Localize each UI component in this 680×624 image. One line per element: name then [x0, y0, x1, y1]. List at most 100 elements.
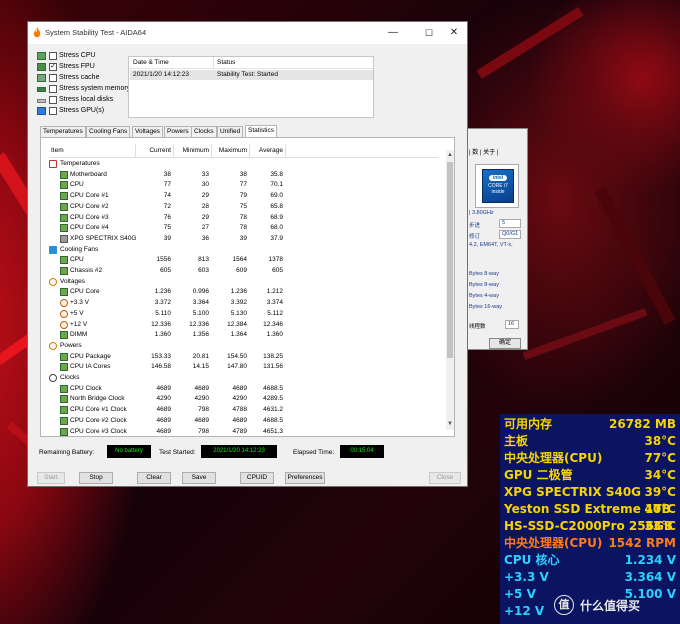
row-max-value: 1.364 — [230, 331, 247, 339]
ssd-icon — [60, 234, 68, 243]
sensor-icon — [60, 170, 68, 179]
title-bar[interactable]: System Stability Test - AIDA64 — ☐ ✕ — [28, 22, 467, 44]
cpuid-instructions: 4.2, EM64T, VT-x, — [469, 242, 513, 248]
row-max-value: 12.384 — [227, 320, 247, 328]
minimize-icon[interactable]: — — [380, 22, 406, 44]
table-row[interactable]: CPU Clock 4689 4689 4689 4688.5 — [49, 384, 439, 395]
stress-disks-checkbox[interactable] — [49, 96, 57, 104]
voltage-icon — [49, 277, 57, 286]
vertical-scrollbar[interactable]: ▲ ▼ — [446, 150, 454, 430]
osd-label: 主板 — [504, 434, 529, 448]
table-row[interactable]: +12 V 12.336 12.336 12.384 12.346 — [49, 320, 439, 331]
col-minimum-header[interactable]: Minimum — [173, 146, 209, 156]
table-row[interactable]: Chassis #2 605 603 609 605 — [49, 266, 439, 277]
tab-clocks[interactable]: Clocks — [191, 126, 217, 137]
table-row[interactable]: CPU Core #4 75 27 78 68.0 — [49, 223, 439, 234]
category-row-voltages[interactable]: Voltages — [49, 277, 439, 288]
row-max-value: 39 — [239, 234, 247, 242]
table-row[interactable]: CPU 77 30 77 70.1 — [49, 180, 439, 191]
intel-core-i7-logo: intel CORE i7 inside — [475, 164, 519, 208]
preferences-button[interactable]: Preferences — [285, 472, 325, 484]
table-row[interactable]: CPU Core #3 Clock 4689 798 4789 4651.3 — [49, 427, 439, 438]
scroll-down-icon[interactable]: ▼ — [447, 421, 453, 427]
save-button[interactable]: Save — [182, 472, 216, 484]
row-cur-value: 1556 — [156, 256, 171, 264]
row-cur-value: 605 — [160, 267, 171, 274]
row-min-value: 4689 — [194, 416, 209, 424]
row-avg-value: 1378 — [268, 256, 283, 264]
tab-cooling-fans[interactable]: Cooling Fans — [86, 126, 131, 137]
table-row[interactable]: CPU Core #3 76 29 78 68.9 — [49, 213, 439, 224]
clear-button[interactable]: Clear — [137, 472, 171, 484]
tab-voltages[interactable]: Voltages — [132, 126, 163, 137]
category-row-temperatures[interactable]: Temperatures — [49, 159, 439, 170]
row-avg-value: 5.112 — [267, 309, 283, 317]
maximize-icon[interactable]: ☐ — [416, 22, 442, 44]
close-icon[interactable]: ✕ — [441, 22, 467, 44]
col-average-header[interactable]: Average — [249, 146, 283, 156]
row-min-value: 0.996 — [192, 288, 209, 296]
cpuid-tabs[interactable]: | 数 | 关于 | — [469, 147, 498, 156]
table-row[interactable]: North Bridge Clock 4290 4290 4290 4289.5 — [49, 394, 439, 405]
col-current-header[interactable]: Current — [135, 146, 171, 156]
sensor-icon — [60, 331, 68, 340]
row-max-value: 78 — [239, 224, 247, 232]
row-label: CPU Core #2 Clock — [70, 416, 127, 424]
table-row[interactable]: CPU Core 1.236 0.996 1.236 1.212 — [49, 287, 439, 298]
row-max-value: 609 — [236, 267, 247, 274]
stress-fpu-checkbox[interactable]: ✓ — [49, 63, 57, 71]
table-row[interactable]: CPU 1556 813 1564 1378 — [49, 255, 439, 266]
row-label: CPU Core — [70, 288, 100, 296]
scroll-up-icon[interactable]: ▲ — [447, 152, 453, 158]
close-button[interactable]: Close — [429, 472, 461, 484]
tab-powers[interactable]: Powers — [164, 126, 192, 137]
row-label: CPU IA Cores — [70, 363, 111, 371]
battery-value: No battery — [107, 445, 151, 458]
sensor-icon — [60, 352, 68, 361]
tab-temperatures[interactable]: Temperatures — [40, 126, 86, 137]
osd-row: GPU 二极管 34°C — [500, 467, 680, 484]
row-avg-value: 12.346 — [263, 320, 283, 328]
table-row[interactable]: Motherboard 38 33 38 35.8 — [49, 170, 439, 181]
stability-test-window[interactable]: System Stability Test - AIDA64 — ☐ ✕ Str… — [27, 21, 468, 487]
col-status-header[interactable]: Status — [217, 59, 235, 66]
table-row[interactable]: CPU Core #1 Clock 4689 798 4788 4631.2 — [49, 405, 439, 416]
row-min-value: 603 — [198, 267, 209, 274]
category-row-powers[interactable]: Powers — [49, 341, 439, 352]
row-label: CPU Package — [70, 352, 111, 360]
tab-statistics[interactable]: Statistics — [245, 125, 278, 137]
sensor-icon — [60, 427, 68, 436]
col-item-header[interactable]: Item — [51, 146, 64, 156]
table-row[interactable]: DIMM 1.360 1.356 1.364 1.360 — [49, 330, 439, 341]
start-button[interactable]: Start — [37, 472, 65, 484]
table-row[interactable]: CPU Package 153.33 20.81 154.50 138.25 — [49, 352, 439, 363]
category-row-clocks[interactable]: Clocks — [49, 373, 439, 384]
col-maximum-header[interactable]: Maximum — [211, 146, 247, 156]
statistics-grid: Item Current Minimum Maximum Average Tem… — [49, 144, 455, 436]
row-cur-value: 4689 — [156, 416, 171, 424]
table-row[interactable]: CPU Core #2 Clock 4689 4689 4689 4688.5 — [49, 416, 439, 427]
tab-unified[interactable]: Unified — [217, 126, 244, 137]
col-datetime-header[interactable]: Date & Time — [133, 59, 169, 66]
stress-memory-checkbox[interactable] — [49, 85, 57, 93]
table-row[interactable]: CPU Core #2 72 28 75 65.8 — [49, 202, 439, 213]
table-row[interactable]: XPG SPECTRIX S40G 39 36 39 37.9 — [49, 234, 439, 245]
row-avg-value: 69.0 — [270, 192, 283, 200]
stop-button[interactable]: Stop — [79, 472, 113, 484]
row-cur-value: 4290 — [156, 395, 171, 403]
table-row[interactable]: +5 V 5.110 5.100 5.130 5.112 — [49, 309, 439, 320]
table-row[interactable]: CPU Core #1 74 29 79 69.0 — [49, 191, 439, 202]
table-row[interactable]: CPU IA Cores 146.58 14.15 147.80 131.56 — [49, 362, 439, 373]
category-row-cooling-fans[interactable]: Cooling Fans — [49, 245, 439, 256]
row-cur-value: 72 — [163, 202, 171, 210]
cpuid-ok-button[interactable]: 确定 — [489, 338, 521, 349]
cache-icon — [37, 74, 46, 82]
stress-cpu-checkbox[interactable] — [49, 52, 57, 60]
cpuid-button[interactable]: CPUID — [240, 472, 274, 484]
stress-gpu-checkbox[interactable] — [49, 107, 57, 115]
cpuid-window[interactable]: | 数 | 关于 | intel CORE i7 inside | 3.80GH… — [466, 128, 528, 350]
status-row[interactable]: 2021/1/20 14:12:23 Stability Test: Start… — [130, 70, 373, 80]
stress-cache-checkbox[interactable] — [49, 74, 57, 82]
scrollbar-thumb[interactable] — [447, 162, 453, 358]
table-row[interactable]: +3.3 V 3.372 3.364 3.392 3.374 — [49, 298, 439, 309]
